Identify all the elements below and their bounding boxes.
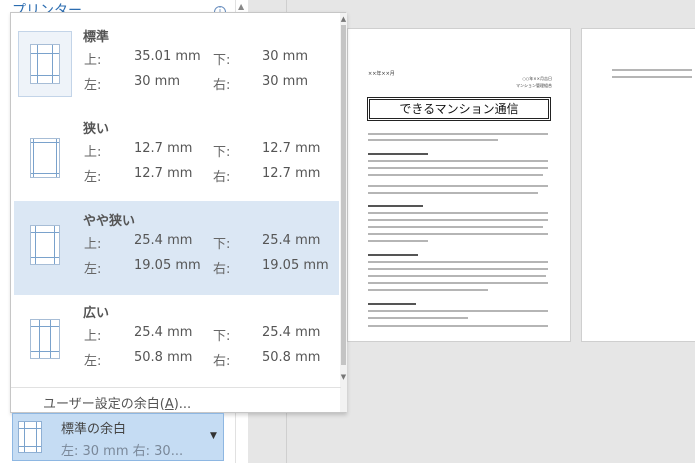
custom-margins-accesskey: A <box>164 397 174 412</box>
doc-text-line <box>368 219 548 221</box>
right-label: 右: <box>213 78 231 93</box>
margin-option-wide[interactable]: 広い 上: 25.4 mm 下: 25.4 mm 左: 50.8 mm 右: 5… <box>14 293 339 387</box>
doc-text-line <box>368 240 428 242</box>
bottom-value: 12.7 mm <box>262 141 321 156</box>
page-margins-icon <box>18 421 42 453</box>
scrollbar-thumb[interactable] <box>341 25 346 365</box>
scroll-down-arrow-icon[interactable]: ▼ <box>340 373 347 381</box>
scroll-up-arrow-icon[interactable]: ▲ <box>238 2 244 11</box>
doc-section-heading <box>368 303 416 305</box>
margin-option-normal[interactable]: 標準 上: 35.01 mm 下: 30 mm 左: 30 mm 右: 30 m… <box>14 17 339 111</box>
left-value: 30 mm <box>134 74 181 89</box>
left-label: 左: <box>84 78 102 93</box>
left-label: 左: <box>84 354 102 369</box>
margin-option-name: 広い <box>83 306 110 321</box>
top-value: 25.4 mm <box>134 233 193 248</box>
top-label: 上: <box>84 145 102 160</box>
custom-margins-suffix: )... <box>173 397 192 412</box>
doc-text-line <box>368 212 548 214</box>
doc-text-line <box>368 174 543 176</box>
right-value: 50.8 mm <box>262 350 321 365</box>
bottom-label: 下: <box>213 329 231 344</box>
top-label: 上: <box>84 329 102 344</box>
doc-text-line <box>368 139 498 141</box>
custom-margins-prefix: ユーザー設定の余白( <box>43 397 165 412</box>
doc-text-line <box>368 133 548 135</box>
doc-text-line <box>368 310 548 312</box>
scroll-up-arrow-icon[interactable]: ▲ <box>340 15 347 23</box>
top-value: 25.4 mm <box>134 325 193 340</box>
left-value: 19.05 mm <box>134 258 201 273</box>
doc-text-line <box>368 317 468 319</box>
page-margins-icon <box>30 225 60 265</box>
doc-text-line <box>368 167 548 169</box>
current-margin-detail: 左: 30 mm 右: 30... <box>61 444 184 459</box>
bottom-value: 30 mm <box>262 49 309 64</box>
doc-text-line <box>368 192 538 194</box>
margins-dropdown: 標準 上: 35.01 mm 下: 30 mm 左: 30 mm 右: 30 m… <box>10 12 347 413</box>
page-margins-icon <box>30 319 60 359</box>
right-value: 19.05 mm <box>262 258 329 273</box>
top-label: 上: <box>84 237 102 252</box>
right-label: 右: <box>213 354 231 369</box>
right-label: 右: <box>213 262 231 277</box>
left-value: 50.8 mm <box>134 350 193 365</box>
doc-text-line <box>368 325 548 327</box>
top-label: 上: <box>84 53 102 68</box>
doc-text-line <box>368 275 546 277</box>
doc-text-line <box>368 289 488 291</box>
doc-section-heading <box>368 205 423 207</box>
right-value: 12.7 mm <box>262 166 321 181</box>
doc-section-heading <box>368 153 428 155</box>
margin-option-name: 標準 <box>83 30 110 45</box>
bottom-label: 下: <box>213 145 231 160</box>
bottom-value: 25.4 mm <box>262 233 321 248</box>
dropdown-divider <box>11 387 341 388</box>
doc-text-line <box>368 268 548 270</box>
doc-text-line <box>368 160 548 162</box>
preview-page-2 <box>581 28 695 342</box>
doc-text-line <box>368 185 548 187</box>
custom-margins-link[interactable]: ユーザー設定の余白(A)... <box>43 393 191 412</box>
margin-option-name: 狭い <box>83 122 110 137</box>
right-label: 右: <box>213 170 231 185</box>
current-margin-name: 標準の余白 <box>61 422 127 437</box>
doc-sender-line1: ○○年××月吉日 <box>522 76 552 81</box>
doc-sender-line2: マンション管理組合 <box>516 83 552 88</box>
margin-option-narrow[interactable]: 狭い 上: 12.7 mm 下: 12.7 mm 左: 12.7 mm 右: 1… <box>14 109 339 203</box>
bottom-label: 下: <box>213 53 231 68</box>
doc-text-line <box>612 76 692 78</box>
left-value: 12.7 mm <box>134 166 193 181</box>
doc-text-line <box>612 69 692 71</box>
page-margins-icon <box>30 138 60 178</box>
page-margins-icon <box>30 44 60 84</box>
doc-text-line <box>368 282 548 284</box>
right-value: 30 mm <box>262 74 309 89</box>
doc-text-line <box>368 261 548 263</box>
bottom-label: 下: <box>213 237 231 252</box>
left-label: 左: <box>84 170 102 185</box>
top-value: 35.01 mm <box>134 49 201 64</box>
top-value: 12.7 mm <box>134 141 193 156</box>
doc-title: できるマンション通信 <box>367 97 551 121</box>
dropdown-arrow-icon[interactable]: ▼ <box>210 431 217 441</box>
doc-text-line <box>368 226 543 228</box>
preview-page-1: ××年××月 ○○年××月吉日 マンション管理組合 できるマンション通信 <box>347 28 571 342</box>
left-label: 左: <box>84 262 102 277</box>
doc-text-line <box>368 233 548 235</box>
doc-section-heading <box>368 254 418 256</box>
margins-selector[interactable]: 標準の余白 左: 30 mm 右: 30... ▼ <box>12 413 224 461</box>
margin-option-name: やや狭い <box>83 214 136 229</box>
doc-date: ××年××月 <box>368 71 395 77</box>
margin-option-moderate[interactable]: やや狭い 上: 25.4 mm 下: 25.4 mm 左: 19.05 mm 右… <box>14 201 339 295</box>
bottom-value: 25.4 mm <box>262 325 321 340</box>
